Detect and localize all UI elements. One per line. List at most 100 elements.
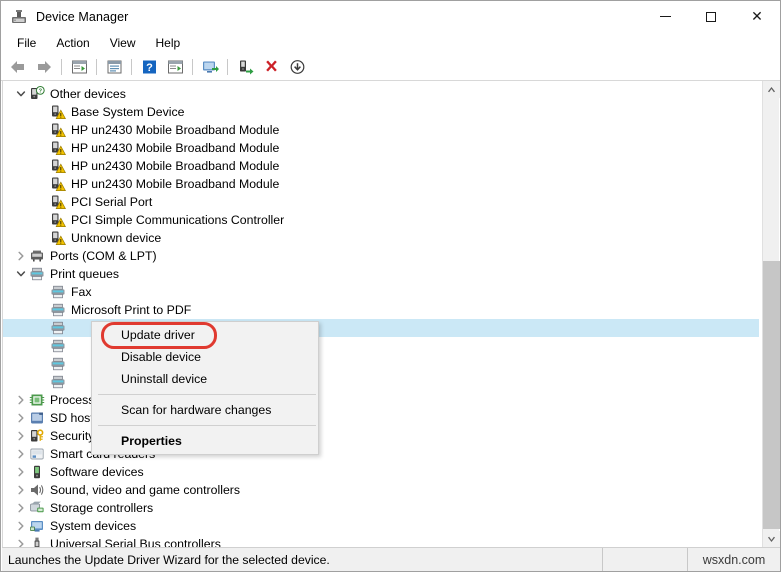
window-controls: ✕	[642, 1, 780, 32]
tree-row-label: Print queues	[50, 267, 120, 281]
properties-icon[interactable]	[102, 56, 126, 78]
security-device-icon	[29, 428, 45, 444]
toolbar-separator-3	[131, 59, 132, 75]
chevron-down-icon[interactable]	[13, 85, 29, 103]
smart-card-reader-icon	[29, 446, 45, 462]
chevron-right-icon[interactable]	[13, 463, 29, 481]
twisty-spacer	[34, 139, 50, 157]
tree-row[interactable]: ? Other devices	[3, 85, 759, 103]
processor-icon	[29, 392, 45, 408]
storage-controller-icon	[29, 500, 45, 516]
title-bar: Device Manager ✕	[1, 1, 780, 32]
chevron-down-icon[interactable]	[13, 265, 29, 283]
context-menu-item-scan-for-hardware-changes[interactable]: Scan for hardware changes	[92, 399, 318, 421]
tree-row[interactable]: Fax	[3, 283, 759, 301]
sound-controller-icon	[29, 482, 45, 498]
scroll-up-button[interactable]	[763, 81, 780, 98]
menu-action[interactable]: Action	[46, 34, 99, 52]
scan-for-hardware-changes-icon[interactable]	[198, 56, 222, 78]
chevron-right-icon[interactable]	[13, 445, 29, 463]
context-menu-item-uninstall-device[interactable]: Uninstall device	[92, 368, 318, 390]
tree-row-label: System devices	[50, 519, 137, 533]
view-icon[interactable]	[163, 56, 187, 78]
printer-icon	[50, 374, 66, 390]
warning-device-icon	[50, 176, 66, 192]
twisty-spacer	[34, 337, 50, 355]
tree-row[interactable]: Microsoft Print to PDF	[3, 301, 759, 319]
window-title: Device Manager	[36, 9, 129, 24]
warning-device-icon	[50, 140, 66, 156]
printer-icon	[50, 356, 66, 372]
menu-help[interactable]: Help	[146, 34, 191, 52]
twisty-spacer	[34, 301, 50, 319]
scrollbar-thumb[interactable]	[763, 261, 780, 529]
disable-device-icon[interactable]	[285, 56, 309, 78]
device-manager-icon	[10, 8, 28, 26]
twisty-spacer	[34, 157, 50, 175]
close-button[interactable]: ✕	[734, 1, 780, 32]
status-bar: Launches the Update Driver Wizard for th…	[2, 547, 780, 571]
warning-device-icon	[50, 104, 66, 120]
twisty-spacer	[34, 355, 50, 373]
chevron-right-icon[interactable]	[13, 427, 29, 445]
minimize-icon	[659, 16, 671, 17]
toolbar: ?	[1, 54, 780, 81]
uninstall-device-icon[interactable]	[259, 56, 283, 78]
update-driver-icon[interactable]	[233, 56, 257, 78]
menu-file[interactable]: File	[7, 34, 46, 52]
chevron-right-icon[interactable]	[13, 247, 29, 265]
chevron-right-icon[interactable]	[13, 481, 29, 499]
twisty-spacer	[34, 121, 50, 139]
forward-icon[interactable]	[32, 56, 56, 78]
warning-device-icon	[50, 230, 66, 246]
tree-row[interactable]: HP un2430 Mobile Broadband Module	[3, 175, 759, 193]
tree-row[interactable]: Unknown device	[3, 229, 759, 247]
maximize-button[interactable]	[688, 1, 734, 32]
menu-view[interactable]: View	[100, 34, 146, 52]
help-icon[interactable]: ?	[137, 56, 161, 78]
context-menu-item-update-driver[interactable]: Update driver	[92, 324, 318, 346]
tree-row[interactable]: PCI Serial Port	[3, 193, 759, 211]
chevron-right-icon[interactable]	[13, 499, 29, 517]
tree-row[interactable]: Software devices	[3, 463, 759, 481]
minimize-button[interactable]	[642, 1, 688, 32]
chevron-right-icon[interactable]	[13, 409, 29, 427]
close-icon: ✕	[751, 8, 763, 25]
tree-row-label: Software devices	[50, 465, 144, 479]
unknown-device-group-icon: ?	[29, 86, 45, 102]
tree-row[interactable]: Print queues	[3, 265, 759, 283]
device-tree-pane[interactable]: ? Other devices Base System Device HP un243…	[2, 81, 779, 548]
tree-row[interactable]: Base System Device	[3, 103, 759, 121]
tree-row[interactable]: HP un2430 Mobile Broadband Module	[3, 121, 759, 139]
system-device-icon	[29, 518, 45, 534]
printer-icon	[29, 266, 45, 282]
vertical-scrollbar[interactable]	[762, 81, 780, 548]
back-icon[interactable]	[6, 56, 30, 78]
scroll-down-button[interactable]	[763, 531, 780, 548]
twisty-spacer	[34, 175, 50, 193]
device-manager-window: Device Manager ✕ File Action View Help ?…	[0, 0, 781, 572]
tree-row-label: Storage controllers	[50, 501, 154, 515]
chevron-right-icon[interactable]	[13, 391, 29, 409]
tree-row-label: HP un2430 Mobile Broadband Module	[71, 177, 280, 191]
tree-row[interactable]: Sound, video and game controllers	[3, 481, 759, 499]
tree-row[interactable]: Storage controllers	[3, 499, 759, 517]
printer-icon	[50, 338, 66, 354]
tree-row-label: PCI Serial Port	[71, 195, 153, 209]
twisty-spacer	[34, 193, 50, 211]
context-menu[interactable]: Update driver Disable device Uninstall dev…	[91, 321, 319, 455]
chevron-right-icon[interactable]	[13, 517, 29, 535]
svg-text:?: ?	[146, 62, 153, 74]
tree-row[interactable]: System devices	[3, 517, 759, 535]
context-menu-item-disable-device[interactable]: Disable device	[92, 346, 318, 368]
show-hide-console-tree-icon[interactable]	[67, 56, 91, 78]
sd-host-icon	[29, 410, 45, 426]
twisty-spacer	[34, 211, 50, 229]
tree-row-label: HP un2430 Mobile Broadband Module	[71, 123, 280, 137]
tree-row[interactable]: Ports (COM & LPT)	[3, 247, 759, 265]
tree-row[interactable]: PCI Simple Communications Controller	[3, 211, 759, 229]
context-menu-item-properties[interactable]: Properties	[92, 430, 318, 452]
tree-row[interactable]: HP un2430 Mobile Broadband Module	[3, 157, 759, 175]
tree-row[interactable]: HP un2430 Mobile Broadband Module	[3, 139, 759, 157]
toolbar-separator-5	[227, 59, 228, 75]
